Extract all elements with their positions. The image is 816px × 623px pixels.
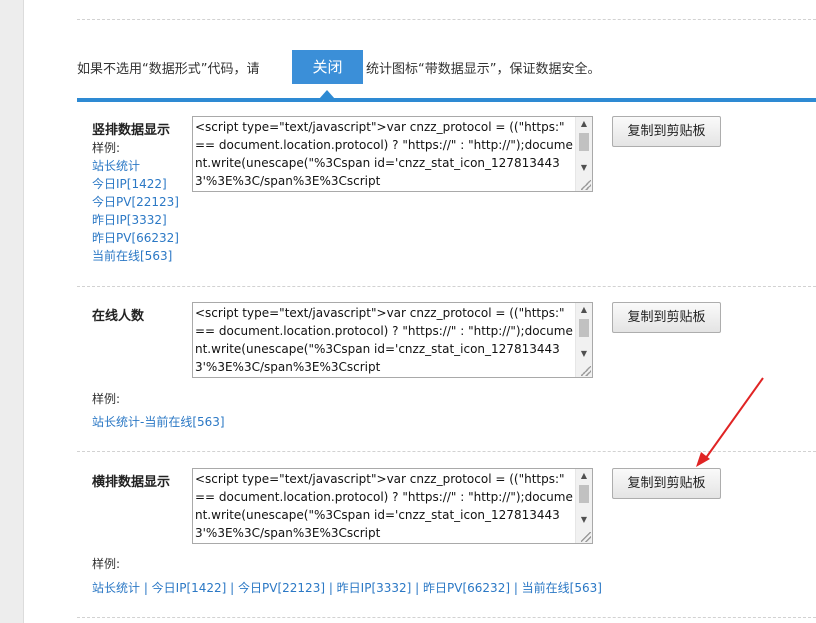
annotation-arrow-icon xyxy=(696,377,764,467)
